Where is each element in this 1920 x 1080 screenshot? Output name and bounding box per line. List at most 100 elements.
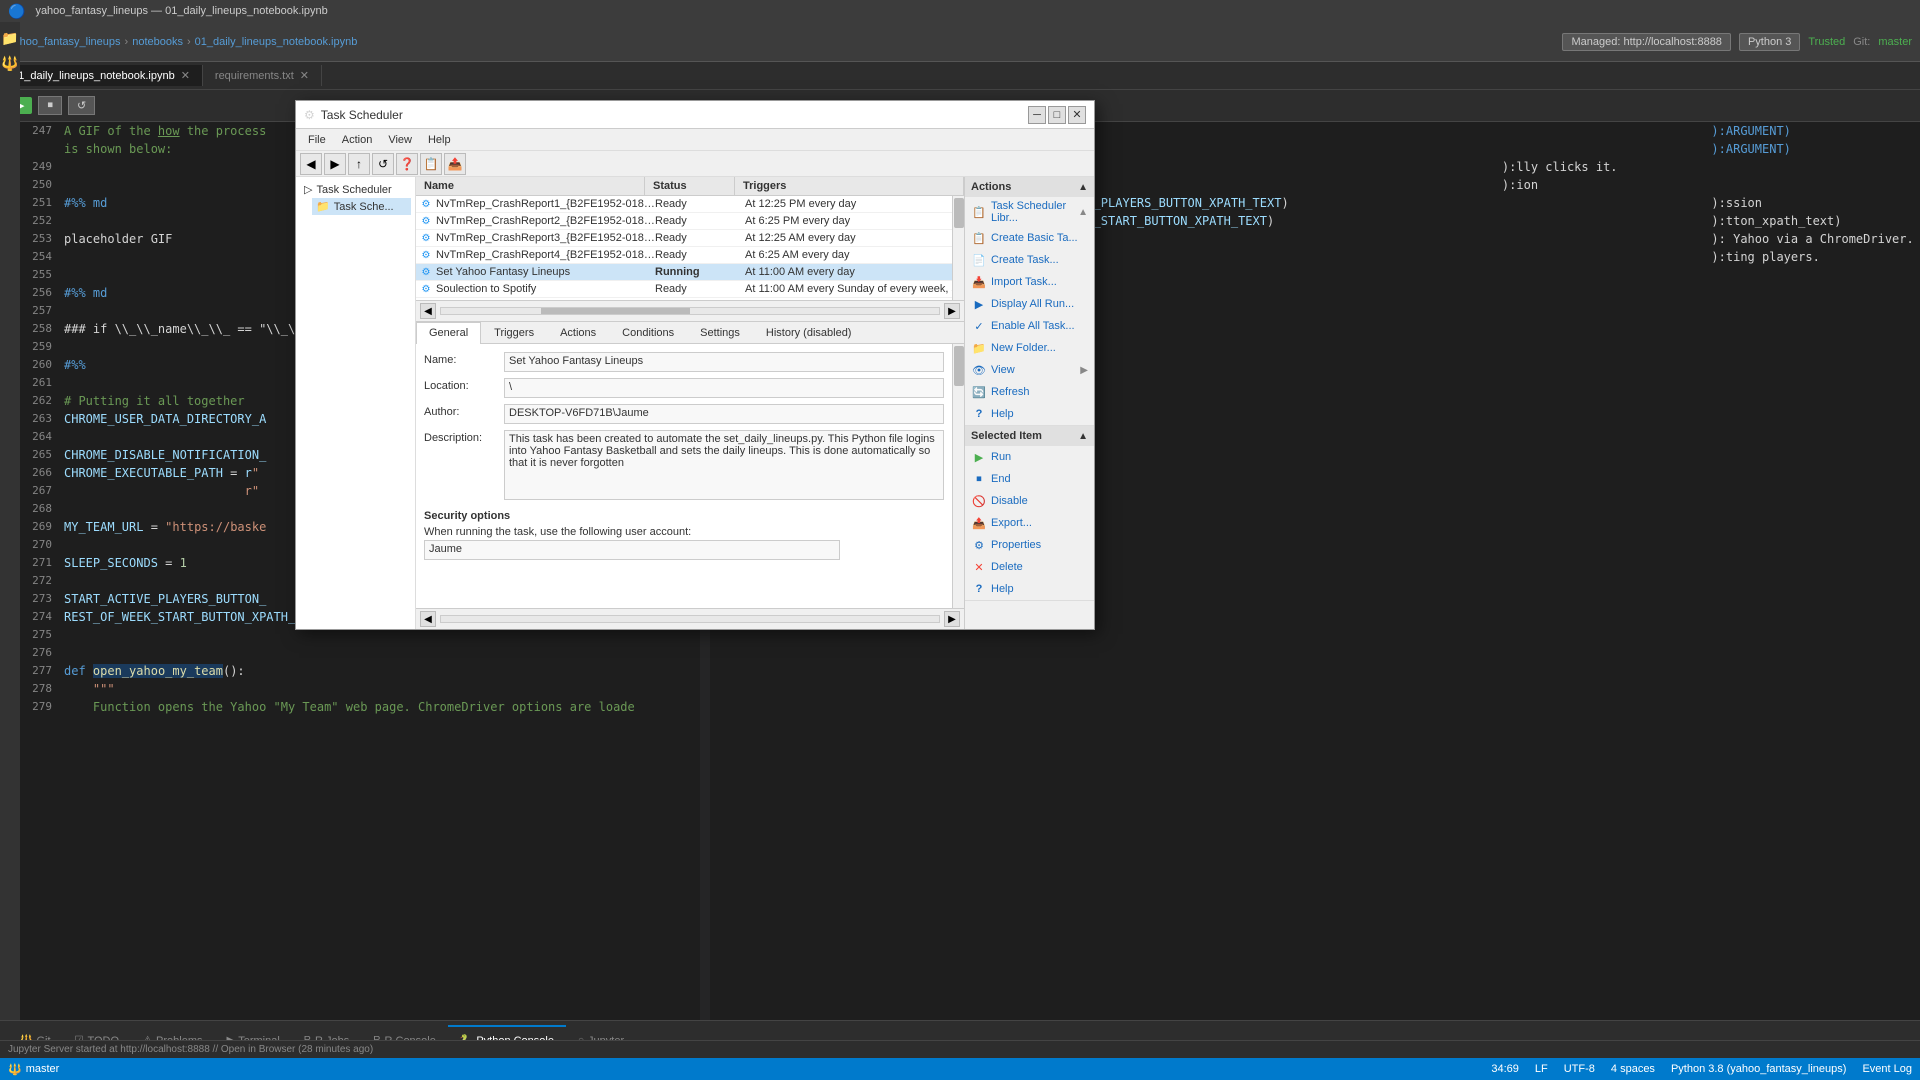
- dialog-menu-file[interactable]: File: [300, 132, 334, 148]
- details-scrollbar[interactable]: [952, 344, 964, 608]
- action-display-all-run[interactable]: ▶ Display All Run...: [965, 293, 1094, 315]
- tab-notebook-close[interactable]: ✕: [181, 69, 190, 82]
- breadcrumb-app[interactable]: yahoo_fantasy_lineups: [8, 36, 121, 48]
- dialog-app-icon: ⚙: [304, 108, 315, 122]
- tab-triggers[interactable]: Triggers: [481, 322, 547, 343]
- dialog-tree: ▷ Task Scheduler 📁 Task Sche...: [296, 177, 416, 629]
- details-nav-next[interactable]: ▶: [944, 611, 960, 627]
- tab-requirements-close[interactable]: ✕: [300, 69, 309, 82]
- action-properties[interactable]: ⚙ Properties: [965, 534, 1094, 556]
- tab-history[interactable]: History (disabled): [753, 322, 865, 343]
- dialog-window-controls: ─ □ ✕: [1028, 106, 1086, 124]
- tasks-scroll-thumb[interactable]: [954, 198, 964, 228]
- tree-item-root[interactable]: ▷ Task Scheduler: [300, 181, 411, 198]
- toolbar-export-button[interactable]: 📤: [444, 153, 466, 175]
- toolbar-refresh-button[interactable]: ↺: [372, 153, 394, 175]
- action-view[interactable]: 👁 View ▶: [965, 359, 1094, 381]
- toolbar-forward-button[interactable]: ▶: [324, 153, 346, 175]
- tab-general[interactable]: General: [416, 322, 481, 344]
- action-end-label: End: [991, 473, 1011, 485]
- status-event-log[interactable]: Event Log: [1862, 1063, 1912, 1075]
- action-help-main[interactable]: ? Help: [965, 403, 1094, 425]
- dialog-maximize-button[interactable]: □: [1048, 106, 1066, 124]
- toolbar-up-button[interactable]: ↑: [348, 153, 370, 175]
- toolbar-properties-button[interactable]: 📋: [420, 153, 442, 175]
- action-create-basic-task-label: Create Basic Ta...: [991, 232, 1078, 244]
- dialog-menu-view[interactable]: View: [380, 132, 420, 148]
- tab-requirements[interactable]: requirements.txt ✕: [203, 65, 322, 86]
- action-task-scheduler-lib[interactable]: 📋 Task Scheduler Libr... ▲: [965, 197, 1094, 227]
- detail-author-value[interactable]: DESKTOP-V6FD71B\Jaume: [504, 404, 944, 424]
- details-scrollbar-h[interactable]: [440, 615, 940, 623]
- task-icon-3: ⚙: [416, 250, 436, 261]
- detail-location-value[interactable]: \: [504, 378, 944, 398]
- action-new-folder[interactable]: 📁 New Folder...: [965, 337, 1094, 359]
- action-delete[interactable]: ✕ Delete: [965, 556, 1094, 578]
- tab-notebook[interactable]: 01_daily_lineups_notebook.ipynb ✕: [0, 65, 203, 86]
- task-trigger-3: At 6:25 AM every day: [745, 249, 964, 261]
- trusted-badge: Trusted: [1808, 36, 1845, 48]
- detail-name-value[interactable]: Set Yahoo Fantasy Lineups: [504, 352, 944, 372]
- restart-button[interactable]: ↺: [68, 96, 95, 115]
- task-row-5[interactable]: ⚙ Soulection to Spotify Ready At 11:00 A…: [416, 281, 964, 298]
- tab-actions[interactable]: Actions: [547, 322, 609, 343]
- task-status-0: Ready: [655, 198, 745, 210]
- status-bar: 🔱 master 34:69 LF UTF-8 4 spaces Python …: [0, 1058, 1920, 1080]
- sidebar-icon-project[interactable]: 📁: [1, 30, 18, 47]
- actions-header[interactable]: Actions ▲: [965, 177, 1094, 197]
- user-account-value[interactable]: Jaume: [424, 540, 840, 560]
- output-area: ):ARGUMENT) ):ARGUMENT) ):lly clicks it.…: [1400, 122, 1920, 1020]
- tasks-nav-prev[interactable]: ◀: [420, 303, 436, 319]
- action-help-selected[interactable]: ? Help: [965, 578, 1094, 600]
- view-submenu-arrow: ▶: [1080, 365, 1088, 376]
- task-row-0[interactable]: ⚙ NvTmRep_CrashReport1_{B2FE1952-0186-46…: [416, 196, 964, 213]
- action-help-main-label: Help: [991, 408, 1014, 420]
- action-run[interactable]: ▶ Run: [965, 446, 1094, 468]
- tasks-list[interactable]: ⚙ NvTmRep_CrashReport1_{B2FE1952-0186-46…: [416, 196, 964, 300]
- task-status-5: Ready: [655, 283, 745, 295]
- status-git[interactable]: 🔱 master: [8, 1063, 59, 1076]
- sidebar-icon-git[interactable]: 🔱: [1, 55, 18, 72]
- tasks-scrollbar-h[interactable]: [440, 307, 940, 315]
- dialog-minimize-button[interactable]: ─: [1028, 106, 1046, 124]
- tree-item-child[interactable]: 📁 Task Sche...: [312, 198, 411, 215]
- task-row-3[interactable]: ⚙ NvTmRep_CrashReport4_{B2FE1952-0186-46…: [416, 247, 964, 264]
- breadcrumb-notebooks[interactable]: notebooks: [132, 36, 183, 48]
- action-enable-all-task[interactable]: ✓ Enable All Task...: [965, 315, 1094, 337]
- task-row-4[interactable]: ⚙ Set Yahoo Fantasy Lineups Running At 1…: [416, 264, 964, 281]
- help-main-icon: ?: [971, 406, 987, 422]
- selected-item-header[interactable]: Selected Item ▲: [965, 426, 1094, 446]
- python-version-selector[interactable]: Python 3: [1739, 33, 1800, 51]
- tab-conditions[interactable]: Conditions: [609, 322, 687, 343]
- action-disable[interactable]: 🚫 Disable: [965, 490, 1094, 512]
- detail-description-label: Description:: [424, 430, 504, 444]
- detail-description-value[interactable]: This task has been created to automate t…: [504, 430, 944, 500]
- tasks-col-name: Name: [416, 177, 645, 195]
- tasks-nav-next[interactable]: ▶: [944, 303, 960, 319]
- details-nav-prev[interactable]: ◀: [420, 611, 436, 627]
- action-export[interactable]: 📤 Export...: [965, 512, 1094, 534]
- breadcrumb-file[interactable]: 01_daily_lineups_notebook.ipynb: [195, 36, 358, 48]
- action-create-task[interactable]: 📄 Create Task...: [965, 249, 1094, 271]
- task-status-1: Ready: [655, 215, 745, 227]
- stop-button[interactable]: ⏹: [38, 96, 62, 115]
- action-import-task[interactable]: 📥 Import Task...: [965, 271, 1094, 293]
- action-end[interactable]: ⏹ End: [965, 468, 1094, 490]
- action-disable-label: Disable: [991, 495, 1028, 507]
- task-row-1[interactable]: ⚙ NvTmRep_CrashReport2_{B2FE1952-0186-46…: [416, 213, 964, 230]
- tab-settings[interactable]: Settings: [687, 322, 753, 343]
- task-trigger-2: At 12:25 AM every day: [745, 232, 964, 244]
- dialog-menu-help[interactable]: Help: [420, 132, 459, 148]
- add-config-button[interactable]: Managed: http://localhost:8888: [1562, 33, 1730, 51]
- task-row-2[interactable]: ⚙ NvTmRep_CrashReport3_{B2FE1952-0186-46…: [416, 230, 964, 247]
- tasks-scroll-h-thumb[interactable]: [541, 308, 690, 314]
- toolbar-help-button[interactable]: ❓: [396, 153, 418, 175]
- action-refresh[interactable]: 🔄 Refresh: [965, 381, 1094, 403]
- action-create-basic-task[interactable]: 📋 Create Basic Ta...: [965, 227, 1094, 249]
- dialog-menu-action[interactable]: Action: [334, 132, 381, 148]
- tasks-scrollbar[interactable]: [952, 196, 964, 300]
- dialog-close-button[interactable]: ✕: [1068, 106, 1086, 124]
- toolbar-back-button[interactable]: ◀: [300, 153, 322, 175]
- task-icon-4: ⚙: [416, 267, 436, 278]
- details-scroll-thumb[interactable]: [954, 346, 964, 386]
